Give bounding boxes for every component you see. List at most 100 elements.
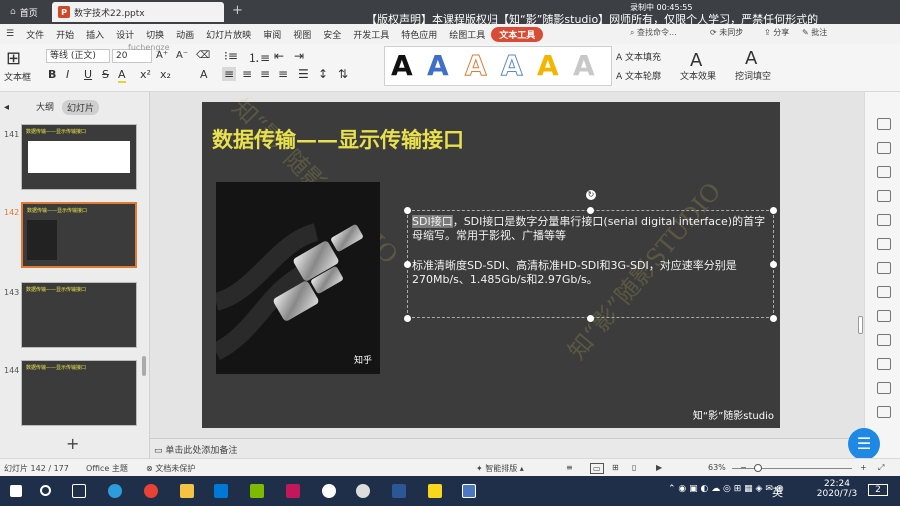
- normal-view-icon[interactable]: ▭: [590, 463, 604, 474]
- tab-slides[interactable]: 幻灯片: [62, 100, 100, 115]
- audio-icon[interactable]: [877, 406, 891, 418]
- menu-hamburger-icon[interactable]: ☰: [0, 29, 20, 39]
- superscript-button[interactable]: x²: [140, 68, 151, 81]
- clock[interactable]: 22:24 2020/7/3: [812, 479, 862, 499]
- zoom-slider-knob[interactable]: [754, 464, 762, 472]
- menu-devtools[interactable]: 开发工具: [347, 28, 395, 41]
- italic-button[interactable]: I: [66, 68, 69, 81]
- play-slideshow-icon[interactable]: ▶: [656, 463, 662, 472]
- chart-icon[interactable]: [877, 238, 891, 250]
- paragraph-sdi-standards[interactable]: 标准清晰度SD-SDI、高清标准HD-SDI和3G-SDI，对应速率分别是270…: [412, 259, 768, 287]
- strike-button[interactable]: S: [102, 68, 109, 81]
- textbox-icon[interactable]: ⊞: [6, 48, 21, 69]
- animation-icon[interactable]: [877, 262, 891, 274]
- chat-assistant-icon[interactable]: ☰: [848, 428, 880, 460]
- wordart-style-black[interactable]: A: [391, 49, 413, 82]
- resize-handle[interactable]: [587, 207, 594, 214]
- menu-text-tools[interactable]: 文本工具: [491, 26, 544, 42]
- slide-canvas[interactable]: 知“影”随影STUDIO 知“影”随影STUDIO 数据传输——显示传输接口 知…: [202, 93, 780, 428]
- font-name-select[interactable]: 等线 (正文): [46, 49, 110, 63]
- media-icon[interactable]: [877, 358, 891, 370]
- notes-area[interactable]: ▭ 单击此处添加备注: [150, 438, 864, 458]
- resize-handle[interactable]: [770, 261, 777, 268]
- text-effect-icon[interactable]: A: [690, 50, 702, 71]
- wps-icon[interactable]: [462, 484, 476, 498]
- pane-scrollbar[interactable]: [142, 356, 146, 376]
- zoom-level[interactable]: 63%: [708, 463, 726, 472]
- resize-handle[interactable]: [404, 207, 411, 214]
- bird-app-icon[interactable]: [322, 484, 336, 498]
- menu-review[interactable]: 审阅: [257, 28, 287, 41]
- chrome-icon[interactable]: [144, 484, 158, 498]
- wordart-style-blue[interactable]: A: [427, 49, 449, 82]
- menu-animation[interactable]: 动画: [170, 28, 200, 41]
- menu-slideshow[interactable]: 幻灯片放映: [200, 28, 257, 41]
- line-spacing-icon[interactable]: ↕: [318, 67, 328, 81]
- tab-outline[interactable]: 大纲: [36, 100, 54, 115]
- menu-security[interactable]: 安全: [317, 28, 347, 41]
- bullets-icon[interactable]: ⁝≡: [224, 49, 238, 63]
- tab-home[interactable]: ⌂ 首页: [4, 2, 50, 22]
- smart-layout-button[interactable]: ✦ 智能排版 ▴: [476, 463, 524, 474]
- theme-name[interactable]: Office 主题: [86, 463, 128, 474]
- resize-handle[interactable]: [770, 207, 777, 214]
- font-color-button[interactable]: A: [118, 68, 126, 83]
- task-view-icon[interactable]: [72, 484, 86, 498]
- indent-increase-icon[interactable]: ⇥: [294, 49, 304, 63]
- align-left-icon[interactable]: ≡: [222, 67, 237, 81]
- word-icon[interactable]: [392, 484, 406, 498]
- add-slide-icon[interactable]: +: [66, 434, 79, 453]
- art-fill-button[interactable]: 挖词填空: [735, 69, 771, 82]
- tab-document[interactable]: P 数字技术22.pptx: [52, 2, 224, 22]
- numbering-icon[interactable]: ⒈≡: [248, 49, 270, 66]
- text-direction-icon[interactable]: ⇅: [338, 67, 348, 81]
- fit-window-icon[interactable]: ⤢: [878, 463, 884, 473]
- wordart-style-gray[interactable]: A: [573, 49, 595, 82]
- copy-style-icon[interactable]: [877, 142, 891, 154]
- menu-start[interactable]: 开始: [50, 28, 80, 41]
- zoom-in-icon[interactable]: +: [860, 463, 867, 472]
- property-icon[interactable]: [877, 118, 891, 130]
- indent-decrease-icon[interactable]: ⇤: [274, 49, 284, 63]
- font-shrink-icon[interactable]: A⁻: [176, 50, 188, 61]
- shape-icon[interactable]: [877, 166, 891, 178]
- editor-scrollbar[interactable]: [858, 316, 863, 334]
- slide-title[interactable]: 数据传输——显示传输接口: [212, 124, 464, 154]
- char-shading-button[interactable]: A: [200, 68, 208, 81]
- menu-design[interactable]: 设计: [110, 28, 140, 41]
- text-effect-button[interactable]: 文本效果: [680, 69, 716, 82]
- camera-app-icon[interactable]: [356, 484, 370, 498]
- share-button[interactable]: ⇪ 分享: [764, 27, 789, 38]
- clear-format-icon[interactable]: ⌫: [196, 50, 210, 61]
- text-outline-button[interactable]: A 文本轮廓: [616, 69, 661, 82]
- content-textbox[interactable]: SDI接口，SDI接口是数字分量串行接口(serial digital inte…: [407, 210, 774, 318]
- wordart-style-orange-outline[interactable]: A: [465, 49, 488, 83]
- text-fill-button[interactable]: A 文本填充: [616, 50, 661, 63]
- resize-handle[interactable]: [587, 315, 594, 322]
- template-icon[interactable]: [877, 214, 891, 226]
- resize-handle[interactable]: [770, 315, 777, 322]
- table-icon[interactable]: [877, 334, 891, 346]
- slide-thumbnail-141[interactable]: 数据传输——显示传输接口: [21, 124, 137, 190]
- zoom-slider[interactable]: [732, 468, 852, 469]
- pane-collapse-icon[interactable]: ◂: [4, 102, 9, 113]
- slide-thumbnail-144[interactable]: 数据传输——显示传输接口: [21, 360, 137, 426]
- sticky-notes-icon[interactable]: [428, 484, 442, 498]
- reading-view-icon[interactable]: ▯: [632, 463, 636, 472]
- wordart-style-gold[interactable]: A: [537, 49, 559, 82]
- notes-toggle-icon[interactable]: ≡: [566, 463, 573, 472]
- file-explorer-icon[interactable]: [180, 484, 194, 498]
- rotate-handle-icon[interactable]: ↻: [586, 190, 596, 200]
- tray-icons[interactable]: ⌃ ◉ ▣ ◐ ☁ ◎ ⊞ ▦ ◈ ✉ ◍: [668, 484, 784, 494]
- windows-start-icon[interactable]: [10, 485, 22, 497]
- justify-icon[interactable]: ≡: [278, 67, 288, 81]
- sync-status[interactable]: ⟳ 未同步: [710, 27, 743, 38]
- menu-drawing[interactable]: 绘图工具: [443, 28, 491, 41]
- menu-features[interactable]: 特色应用: [395, 28, 443, 41]
- distribute-icon[interactable]: ☰: [298, 67, 309, 81]
- paragraph-sdi-definition[interactable]: SDI接口，SDI接口是数字分量串行接口(serial digital inte…: [412, 215, 768, 243]
- underline-button[interactable]: U: [84, 68, 92, 81]
- ime-indicator[interactable]: 英: [772, 484, 783, 500]
- resize-handle[interactable]: [404, 261, 411, 268]
- search-icon[interactable]: [40, 485, 51, 496]
